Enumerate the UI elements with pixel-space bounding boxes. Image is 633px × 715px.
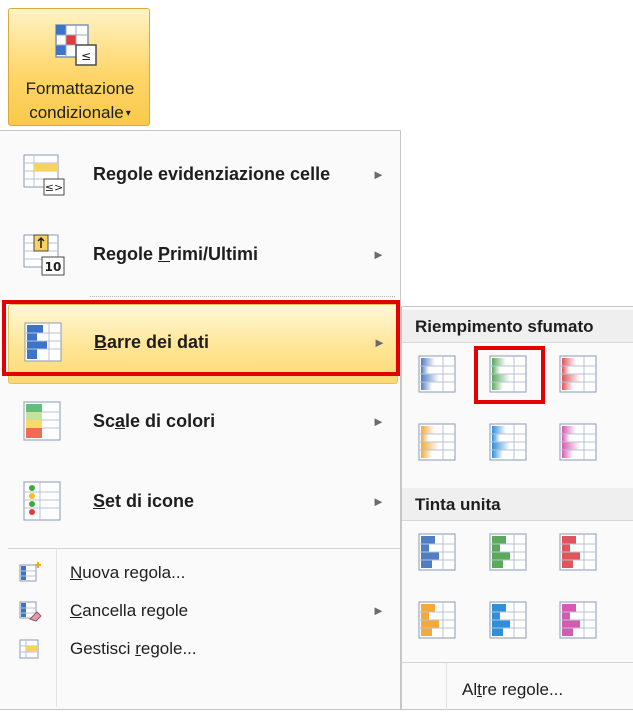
top-bottom-rules-icon: 10 bbox=[23, 234, 65, 276]
solid-green-data-bar-option[interactable] bbox=[486, 530, 530, 574]
ribbon-label-line2: condizionale ▾ bbox=[29, 103, 131, 122]
menu-item-label: Barre dei dati bbox=[94, 332, 210, 352]
solid-light-blue-data-bar-option[interactable] bbox=[486, 598, 530, 642]
data-bars-icon bbox=[24, 322, 62, 362]
clear-rules-icon bbox=[19, 601, 42, 622]
light-blue-data-bar-icon bbox=[489, 601, 527, 639]
menu-separator bbox=[8, 548, 400, 549]
submenu-gutter bbox=[446, 663, 447, 710]
menu-item-label: Cancella regole bbox=[70, 601, 189, 620]
blue-data-bar-icon bbox=[418, 533, 456, 571]
chevron-right-icon: ► bbox=[372, 603, 385, 618]
red-data-bar-icon bbox=[559, 355, 597, 393]
menu-item-data-bars[interactable]: Barre dei dati ► bbox=[8, 304, 398, 384]
gradient-fill-header: Riempimento sfumato bbox=[415, 317, 594, 336]
gradient-red-data-bar-option[interactable] bbox=[556, 352, 600, 396]
menu-item-top-bottom-rules[interactable]: 10 Regole Primi/Ultimi ► bbox=[8, 217, 398, 297]
menu-item-label: Nuova regola... bbox=[70, 563, 186, 582]
menu-item-highlight-cells-rules[interactable]: ≤> Regole evidenziazione celle ► bbox=[8, 137, 398, 217]
gradient-blue-data-bar-option[interactable] bbox=[415, 352, 459, 396]
new-rule-icon bbox=[19, 562, 41, 582]
svg-text:≤: ≤ bbox=[81, 49, 91, 63]
solid-purple-data-bar-option[interactable] bbox=[556, 598, 600, 642]
ribbon-label-line1: Formattazione bbox=[25, 79, 135, 98]
menu-item-color-scales[interactable]: Scale di colori ► bbox=[8, 384, 398, 464]
manage-rules-icon bbox=[19, 639, 39, 659]
gradient-light-blue-data-bar-option[interactable] bbox=[486, 420, 530, 464]
orange-data-bar-icon bbox=[418, 423, 456, 461]
icon-sets-icon bbox=[23, 481, 61, 521]
chevron-right-icon: ► bbox=[372, 414, 385, 429]
menu-item-label: Gestisci regole... bbox=[70, 639, 197, 658]
chevron-right-icon: ► bbox=[372, 167, 385, 182]
menu-item-clear-rules[interactable]: Cancella regole ► bbox=[8, 593, 400, 629]
chevron-right-icon: ► bbox=[372, 494, 385, 509]
conditional-formatting-icon: ≤ bbox=[55, 24, 97, 66]
solid-red-data-bar-option[interactable] bbox=[556, 530, 600, 574]
menu-item-icon-sets[interactable]: Set di icone ► bbox=[8, 464, 398, 544]
menu-item-manage-rules[interactable]: Gestisci regole... bbox=[8, 631, 400, 667]
chevron-right-icon: ► bbox=[373, 335, 386, 350]
orange-data-bar-icon bbox=[418, 601, 456, 639]
menu-item-label: Regole evidenziazione celle bbox=[93, 164, 331, 184]
color-scales-icon bbox=[23, 401, 61, 441]
red-data-bar-icon bbox=[559, 533, 597, 571]
svg-text:≤>: ≤> bbox=[45, 181, 63, 194]
solid-blue-data-bar-option[interactable] bbox=[415, 530, 459, 574]
menu-item-new-rule[interactable]: Nuova regola... bbox=[8, 555, 400, 591]
svg-text:10: 10 bbox=[45, 260, 62, 274]
light-blue-data-bar-icon bbox=[489, 423, 527, 461]
gradient-purple-data-bar-option[interactable] bbox=[556, 420, 600, 464]
chevron-right-icon: ► bbox=[372, 247, 385, 262]
conditional-formatting-button[interactable]: ≤ Formattazione condizionale ▾ bbox=[8, 8, 150, 126]
blue-data-bar-icon bbox=[418, 355, 456, 393]
highlight-cells-rules-icon: ≤> bbox=[23, 154, 65, 196]
more-rules-item[interactable]: Altre regole... bbox=[462, 680, 563, 700]
solid-fill-header: Tinta unita bbox=[415, 495, 501, 514]
menu-item-label: Regole Primi/Ultimi bbox=[93, 244, 259, 264]
chevron-down-icon: ▾ bbox=[125, 108, 131, 119]
menu-item-label: Set di icone bbox=[93, 491, 195, 511]
menu-item-label: Scale di colori bbox=[93, 411, 216, 431]
gradient-orange-data-bar-option[interactable] bbox=[415, 420, 459, 464]
green-data-bar-icon bbox=[489, 355, 527, 393]
solid-orange-data-bar-option[interactable] bbox=[415, 598, 459, 642]
purple-data-bar-icon bbox=[559, 423, 597, 461]
submenu-separator bbox=[402, 662, 633, 663]
menu-separator bbox=[90, 296, 395, 297]
green-data-bar-icon bbox=[489, 533, 527, 571]
gradient-green-data-bar-option[interactable] bbox=[486, 352, 530, 396]
purple-data-bar-icon bbox=[559, 601, 597, 639]
